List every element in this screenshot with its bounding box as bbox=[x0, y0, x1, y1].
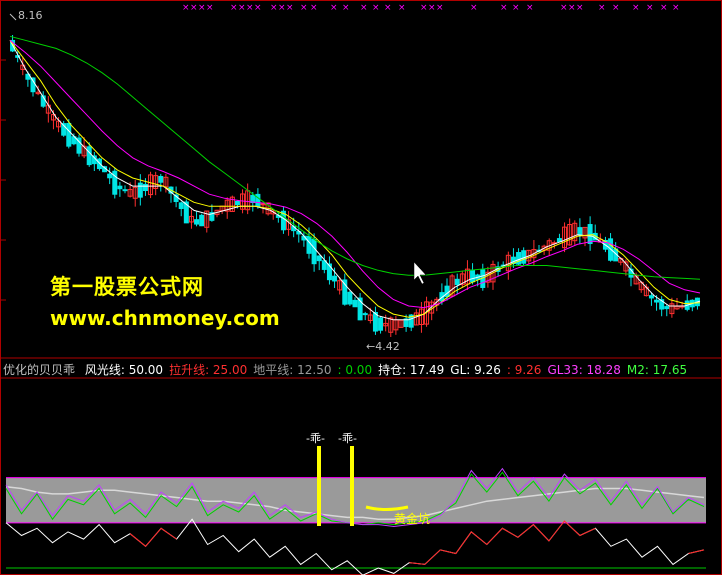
high-marker-arrow bbox=[9, 13, 17, 21]
signal-mark-15: × bbox=[360, 3, 368, 13]
candle-body-44 bbox=[234, 200, 240, 206]
indicator-value-1: 拉升线: 25.00 bbox=[169, 363, 248, 377]
signal-mark-5: × bbox=[238, 3, 246, 13]
candle-body-125 bbox=[648, 295, 654, 299]
candle-body-49 bbox=[260, 203, 266, 206]
candle-body-113 bbox=[587, 224, 593, 245]
band-fill bbox=[6, 477, 706, 523]
signal-mark-18: × bbox=[398, 3, 406, 13]
signal-mark-24: × bbox=[512, 3, 520, 13]
indicator-value-5: GL: 9.26 bbox=[450, 363, 501, 377]
candle-body-29 bbox=[158, 175, 164, 183]
signal-mark-16: × bbox=[372, 3, 380, 13]
indicator-value-0: 风光线: 50.00 bbox=[84, 363, 164, 377]
candle-body-63 bbox=[332, 275, 338, 282]
signal-mark-13: × bbox=[330, 3, 338, 13]
indicator-value-4: 持仓: 17.49 bbox=[378, 363, 445, 377]
indicator-name: 优化的贝贝乖 bbox=[3, 363, 76, 377]
signal-mark-25: × bbox=[526, 3, 534, 13]
signal-mark-4: × bbox=[230, 3, 238, 13]
watermark-title: 第一股票公式网 bbox=[50, 275, 204, 299]
candle-body-37 bbox=[199, 214, 205, 227]
candle-body-128 bbox=[664, 306, 670, 310]
candle-body-60 bbox=[316, 255, 322, 262]
candle-body-11 bbox=[66, 122, 72, 147]
candle-body-111 bbox=[577, 227, 583, 236]
annotations: 8.16 ←4.42 -乖- -乖- 黄金坑 bbox=[9, 9, 430, 526]
signal-mark-26: × bbox=[560, 3, 568, 13]
signal-mark-7: × bbox=[254, 3, 262, 13]
candle-body-90 bbox=[470, 269, 476, 283]
candle-body-126 bbox=[654, 299, 660, 303]
indicator-value-8: M2: 17.65 bbox=[626, 363, 688, 377]
signal-mark-28: × bbox=[576, 3, 584, 13]
candle-body-87 bbox=[454, 278, 460, 286]
signal-mark-29: × bbox=[598, 3, 606, 13]
signal-mark-34: × bbox=[672, 3, 680, 13]
signal-mark-33: × bbox=[660, 3, 668, 13]
signal-mark-10: × bbox=[286, 3, 294, 13]
indicator-value-2: 地平线: 12.50 bbox=[253, 363, 332, 377]
cursor-arrow-icon bbox=[413, 261, 427, 285]
signal-mark-12: × bbox=[310, 3, 318, 13]
guai-marker-2 bbox=[350, 446, 354, 526]
series-ma_long bbox=[9, 35, 701, 280]
indicator-value-6: : 9.26 bbox=[506, 363, 542, 377]
indicator-value-7: GL33: 18.28 bbox=[547, 363, 621, 377]
candle-body-59 bbox=[311, 238, 317, 265]
series-white bbox=[5, 518, 705, 575]
high-marker-label: 8.16 bbox=[18, 9, 43, 22]
signal-mark-31: × bbox=[632, 3, 640, 13]
candle-body-33 bbox=[178, 202, 184, 209]
guai-label-1: -乖- bbox=[306, 432, 325, 445]
candle-body-25 bbox=[137, 182, 143, 198]
candle-body-26 bbox=[142, 183, 148, 192]
signal-mark-8: × bbox=[270, 3, 278, 13]
indicator-header: 优化的贝贝乖 风光线: 50.00 拉升线: 25.00 地平线: 12.50 : 0… bbox=[3, 361, 699, 378]
signal-mark-9: × bbox=[278, 3, 286, 13]
signal-mark-3: × bbox=[206, 3, 214, 13]
top-signal-marks: × × × × × × × × × × × × × × × × × × × × × × × × × × × × × × × × × × × bbox=[182, 3, 680, 13]
candle-body-66 bbox=[347, 291, 353, 305]
signal-mark-0: × bbox=[182, 3, 190, 13]
signal-mark-1: × bbox=[190, 3, 198, 13]
guai-marker-1 bbox=[317, 446, 321, 526]
candle-body-58 bbox=[306, 235, 312, 254]
indicator-values: 风光线: 50.00 拉升线: 25.00 地平线: 12.50 : 0.00 持仓: … bbox=[85, 363, 693, 377]
low-marker-label: ←4.42 bbox=[366, 340, 400, 353]
signal-mark-19: × bbox=[420, 3, 428, 13]
candle-body-99 bbox=[516, 252, 522, 265]
indicator-value-3: : 0.00 bbox=[337, 363, 373, 377]
signal-mark-21: × bbox=[436, 3, 444, 13]
signal-mark-2: × bbox=[198, 3, 206, 13]
signal-mark-11: × bbox=[300, 3, 308, 13]
indicator-panel bbox=[5, 446, 706, 575]
golden-pit-label: 黄金坑 bbox=[394, 511, 430, 526]
candle-body-15 bbox=[86, 146, 92, 166]
candle-body-67 bbox=[352, 299, 358, 308]
signal-mark-6: × bbox=[246, 3, 254, 13]
candle-body-19 bbox=[107, 173, 113, 179]
signal-mark-14: × bbox=[342, 3, 350, 13]
signal-mark-22: × bbox=[470, 3, 478, 13]
candle-body-72 bbox=[378, 317, 384, 331]
watermark-url: www.chnmoney.com bbox=[50, 306, 280, 330]
candle-body-36 bbox=[194, 219, 200, 225]
signal-mark-23: × bbox=[500, 3, 508, 13]
candle-body-22 bbox=[122, 189, 128, 192]
signal-mark-17: × bbox=[384, 3, 392, 13]
signal-mark-30: × bbox=[612, 3, 620, 13]
candle-body-69 bbox=[362, 313, 368, 316]
signal-mark-27: × bbox=[568, 3, 576, 13]
guai-label-2: -乖- bbox=[338, 432, 357, 445]
signal-mark-20: × bbox=[428, 3, 436, 13]
signal-mark-32: × bbox=[646, 3, 654, 13]
candle-body-21 bbox=[117, 185, 123, 190]
